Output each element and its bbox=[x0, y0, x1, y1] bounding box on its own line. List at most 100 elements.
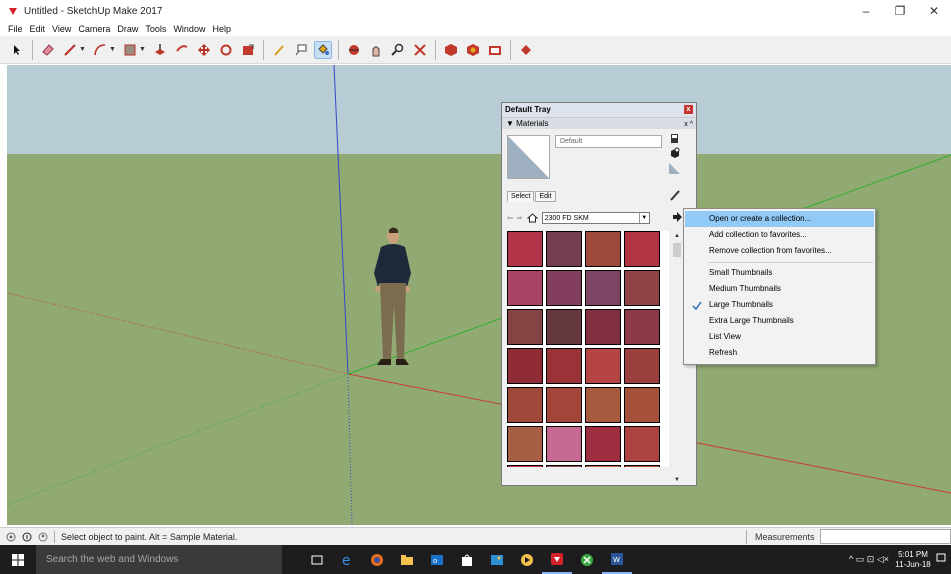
system-tray-icons[interactable]: ^ ▭ ⊡ ◁× bbox=[849, 554, 889, 565]
material-swatch[interactable] bbox=[585, 231, 621, 267]
home-icon[interactable] bbox=[526, 213, 538, 223]
default-material-icon[interactable] bbox=[669, 163, 680, 174]
maximize-button[interactable]: ❐ bbox=[883, 0, 917, 22]
menu-open-create-collection[interactable]: Open or create a collection... bbox=[685, 211, 874, 227]
taskbar-search-input[interactable]: Search the web and Windows bbox=[36, 545, 282, 574]
forward-arrow-icon[interactable]: ⇨ bbox=[517, 214, 523, 222]
material-swatch[interactable] bbox=[546, 426, 582, 462]
material-swatch[interactable] bbox=[507, 465, 543, 467]
orbit-icon[interactable] bbox=[345, 41, 363, 59]
zoom-icon[interactable] bbox=[389, 41, 407, 59]
chevron-down-icon[interactable]: ▼ bbox=[638, 213, 649, 223]
notification-icon[interactable] bbox=[931, 553, 951, 566]
word-icon[interactable]: W bbox=[602, 545, 632, 574]
line-icon[interactable] bbox=[61, 41, 79, 59]
material-swatch[interactable] bbox=[624, 309, 660, 345]
menu-refresh[interactable]: Refresh bbox=[685, 345, 874, 361]
display-secondary-selection-icon[interactable] bbox=[669, 133, 680, 144]
material-swatch[interactable] bbox=[507, 348, 543, 384]
material-swatch[interactable] bbox=[546, 348, 582, 384]
xbox-icon[interactable] bbox=[572, 545, 602, 574]
back-arrow-icon[interactable]: ⇦ bbox=[507, 214, 513, 222]
task-view-icon[interactable] bbox=[302, 545, 332, 574]
edge-icon[interactable]: e bbox=[332, 545, 362, 574]
credits-icon[interactable] bbox=[22, 532, 32, 542]
material-swatch[interactable] bbox=[624, 426, 660, 462]
tab-edit[interactable]: Edit bbox=[535, 191, 556, 202]
material-swatch[interactable] bbox=[624, 387, 660, 423]
menu-medium-thumbnails[interactable]: Medium Thumbnails bbox=[685, 281, 874, 297]
material-swatch[interactable] bbox=[507, 387, 543, 423]
menu-large-thumbnails[interactable]: Large Thumbnails bbox=[685, 297, 874, 313]
layout-icon[interactable] bbox=[486, 41, 504, 59]
menu-edit[interactable]: Edit bbox=[30, 24, 46, 34]
select-icon[interactable] bbox=[8, 41, 26, 59]
sample-paint-icon[interactable] bbox=[669, 189, 681, 201]
text-icon[interactable] bbox=[292, 41, 310, 59]
material-swatch[interactable] bbox=[624, 348, 660, 384]
material-swatch[interactable] bbox=[585, 270, 621, 306]
clock[interactable]: 5:01 PM 11-Jun-18 bbox=[895, 550, 931, 570]
menu-remove-from-favorites[interactable]: Remove collection from favorites... bbox=[685, 243, 874, 259]
material-swatch[interactable] bbox=[546, 270, 582, 306]
push-pull-icon[interactable] bbox=[151, 41, 169, 59]
arc-dropdown-icon[interactable]: ▼ bbox=[109, 46, 117, 53]
tab-select[interactable]: Select bbox=[507, 191, 535, 202]
material-swatch[interactable] bbox=[585, 426, 621, 462]
rotate-icon[interactable] bbox=[217, 41, 235, 59]
menu-camera[interactable]: Camera bbox=[78, 24, 110, 34]
details-arrow-icon[interactable] bbox=[671, 211, 683, 223]
material-swatch[interactable] bbox=[507, 426, 543, 462]
rectangle-dropdown-icon[interactable]: ▼ bbox=[139, 46, 147, 53]
photos-icon[interactable] bbox=[482, 545, 512, 574]
tape-measure-icon[interactable] bbox=[270, 41, 288, 59]
material-swatch[interactable] bbox=[546, 309, 582, 345]
move-icon[interactable] bbox=[195, 41, 213, 59]
sketchup-icon[interactable] bbox=[542, 545, 572, 574]
scroll-thumb[interactable] bbox=[673, 243, 681, 257]
menu-extra-large-thumbnails[interactable]: Extra Large Thumbnails bbox=[685, 313, 874, 329]
measurements-input[interactable] bbox=[820, 529, 951, 544]
material-swatch[interactable] bbox=[624, 231, 660, 267]
material-swatch[interactable] bbox=[507, 270, 543, 306]
minimize-button[interactable]: – bbox=[849, 0, 883, 22]
close-button[interactable]: ✕ bbox=[917, 0, 951, 22]
material-swatch[interactable] bbox=[546, 231, 582, 267]
menu-help[interactable]: Help bbox=[212, 24, 231, 34]
menu-small-thumbnails[interactable]: Small Thumbnails bbox=[685, 265, 874, 281]
extension-warehouse-icon[interactable] bbox=[464, 41, 482, 59]
menu-window[interactable]: Window bbox=[173, 24, 205, 34]
paint-bucket-icon[interactable] bbox=[314, 40, 332, 59]
person-figure[interactable] bbox=[369, 225, 415, 375]
extension-manager-icon[interactable] bbox=[517, 41, 535, 59]
material-swatch[interactable] bbox=[624, 465, 660, 467]
tray-close-button[interactable]: x bbox=[684, 105, 693, 114]
scroll-up-icon[interactable]: ▲ bbox=[672, 231, 682, 241]
material-grid-scrollbar[interactable]: ▲ ▼ bbox=[672, 231, 682, 485]
scroll-down-icon[interactable]: ▼ bbox=[672, 475, 682, 485]
offset-icon[interactable] bbox=[173, 41, 191, 59]
material-swatch[interactable] bbox=[546, 387, 582, 423]
materials-section-header[interactable]: ▼ Materials x ^ bbox=[502, 117, 696, 129]
media-icon[interactable] bbox=[512, 545, 542, 574]
menu-draw[interactable]: Draw bbox=[117, 24, 138, 34]
zoom-extents-icon[interactable] bbox=[411, 41, 429, 59]
menu-tools[interactable]: Tools bbox=[145, 24, 166, 34]
arc-icon[interactable] bbox=[91, 41, 109, 59]
material-swatch[interactable] bbox=[507, 309, 543, 345]
menu-view[interactable]: View bbox=[52, 24, 71, 34]
material-name-field[interactable]: Default bbox=[555, 135, 662, 148]
material-swatch[interactable] bbox=[585, 309, 621, 345]
account-icon[interactable] bbox=[38, 532, 48, 542]
material-swatch[interactable] bbox=[585, 387, 621, 423]
menu-add-to-favorites[interactable]: Add collection to favorites... bbox=[685, 227, 874, 243]
store-icon[interactable] bbox=[452, 545, 482, 574]
menu-file[interactable]: File bbox=[8, 24, 23, 34]
material-swatch[interactable] bbox=[585, 348, 621, 384]
material-swatch[interactable] bbox=[585, 465, 621, 467]
file-explorer-icon[interactable] bbox=[392, 545, 422, 574]
eraser-icon[interactable] bbox=[39, 41, 57, 59]
material-swatch[interactable] bbox=[546, 465, 582, 467]
material-swatch[interactable] bbox=[507, 231, 543, 267]
rectangle-icon[interactable] bbox=[121, 41, 139, 59]
